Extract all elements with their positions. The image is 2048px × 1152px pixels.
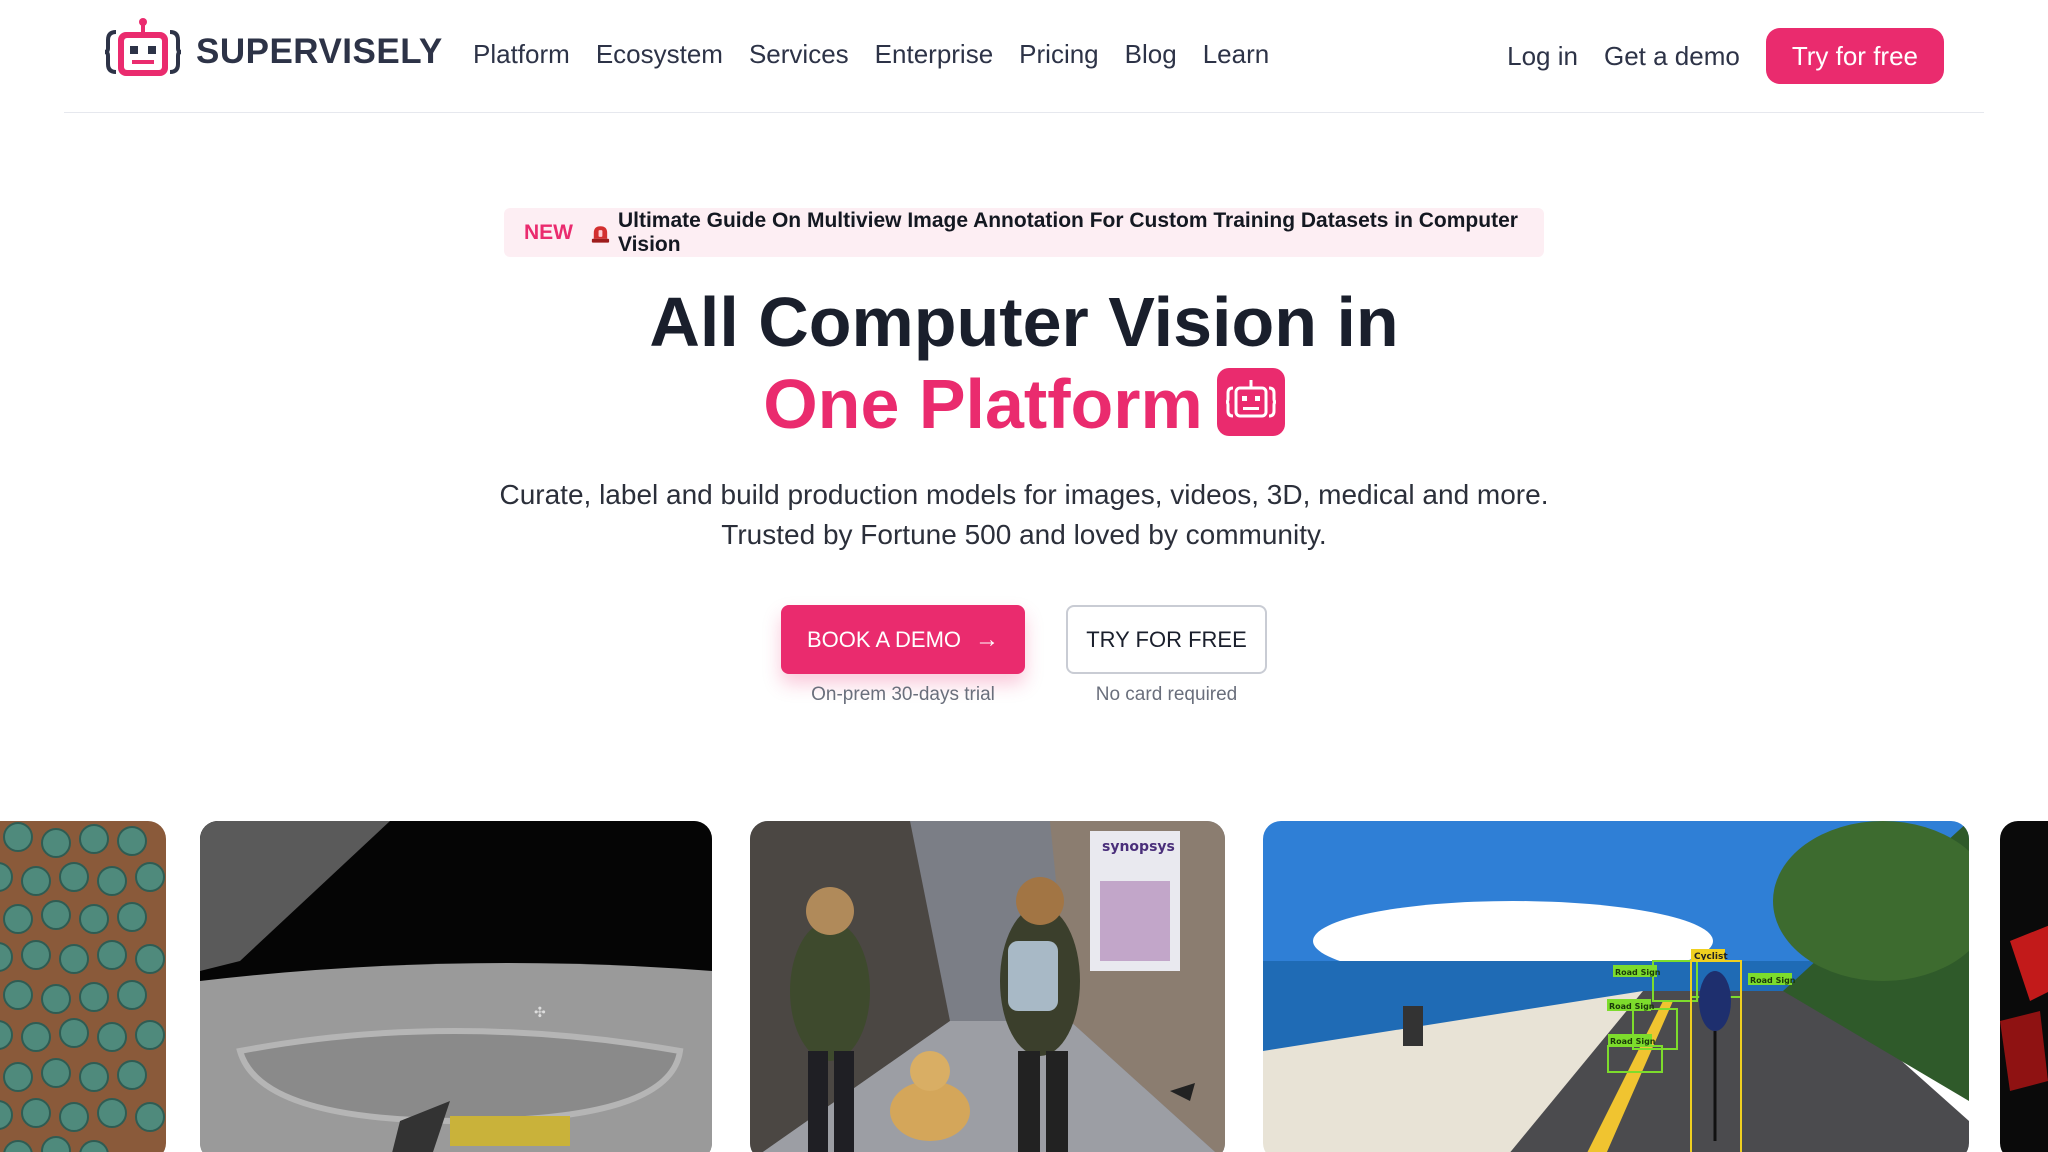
nav-blog[interactable]: Blog (1125, 36, 1177, 72)
main-menu: Platform Ecosystem Services Enterprise P… (473, 36, 1295, 72)
news-banner[interactable]: NEW Ultimate Guide On Multiview Image An… (504, 208, 1544, 257)
siren-icon (591, 225, 610, 243)
top-navigation: SUPERVISELY Platform Ecosystem Services … (64, 0, 1984, 113)
book-demo-label: BOOK A DEMO (806, 626, 962, 652)
demo-caption: On-prem 30-days trial (811, 684, 995, 705)
aerial-crops-image (0, 821, 166, 1152)
hero-title-accent-text: One Platform (763, 365, 1203, 443)
robot-badge-icon (1216, 368, 1285, 436)
nav-pricing[interactable]: Pricing (1019, 36, 1098, 72)
svg-text:✣: ✣ (534, 1005, 546, 1021)
free-caption: No card required (1095, 684, 1238, 705)
annotation-road-sign-3: Road Sign (1609, 1002, 1655, 1011)
try-free-button[interactable]: TRY FOR FREE (1066, 605, 1267, 674)
thermal-image (2000, 821, 2048, 1152)
brand-name: SUPERVISELY (196, 32, 443, 71)
hero-title: All Computer Vision in (649, 283, 1399, 361)
hero-title-accent: One Platform (0, 360, 2048, 448)
annotation-road-sign-1: Road Sign (1615, 968, 1661, 977)
street-scene-image: synopsys (750, 821, 1225, 1152)
billboard-text: synopsys (1102, 839, 1175, 855)
hero-subtitle-line2: Trusted by Fortune 500 and loved by comm… (721, 519, 1327, 550)
try-for-free-button[interactable]: Try for free (1765, 28, 1944, 84)
road-annotations-image: Cyclist Road Sign Road Sign Road Sign Ro… (1263, 821, 1969, 1152)
new-badge: NEW (524, 220, 573, 244)
robot-logo-icon (104, 18, 182, 76)
gallery-card-medical-scan[interactable]: ✣ (200, 821, 712, 1152)
nav-learn[interactable]: Learn (1203, 36, 1270, 72)
get-demo-link[interactable]: Get a demo (1604, 29, 1740, 83)
hero-subtitle-line1: Curate, label and build production model… (499, 479, 1549, 510)
arrow-right-icon: → (975, 625, 1000, 653)
gallery-card-road-annotations[interactable]: Cyclist Road Sign Road Sign Road Sign Ro… (1263, 821, 1969, 1152)
nav-enterprise[interactable]: Enterprise (875, 36, 994, 72)
gallery-card-thermal[interactable] (2000, 821, 2048, 1152)
gallery-card-aerial-crops[interactable] (0, 821, 166, 1152)
nav-ecosystem[interactable]: Ecosystem (596, 36, 723, 72)
login-link[interactable]: Log in (1507, 29, 1578, 83)
logo-link[interactable]: SUPERVISELY (104, 18, 443, 86)
nav-actions: Log in Get a demo Try for free (1507, 28, 1944, 84)
banner-headline: Ultimate Guide On Multiview Image Annota… (617, 208, 1518, 256)
annotation-road-sign-2: Road Sign (1750, 976, 1796, 985)
book-demo-button[interactable]: BOOK A DEMO → (781, 605, 1025, 674)
hero-subtitle: Curate, label and build production model… (0, 475, 2048, 555)
nav-platform[interactable]: Platform (473, 36, 570, 72)
annotation-road-sign-4: Road Sign (1610, 1037, 1656, 1046)
medical-scan-image: ✣ (200, 821, 712, 1152)
gallery-card-street-scene[interactable]: synopsys (750, 821, 1225, 1152)
nav-services[interactable]: Services (749, 36, 849, 72)
